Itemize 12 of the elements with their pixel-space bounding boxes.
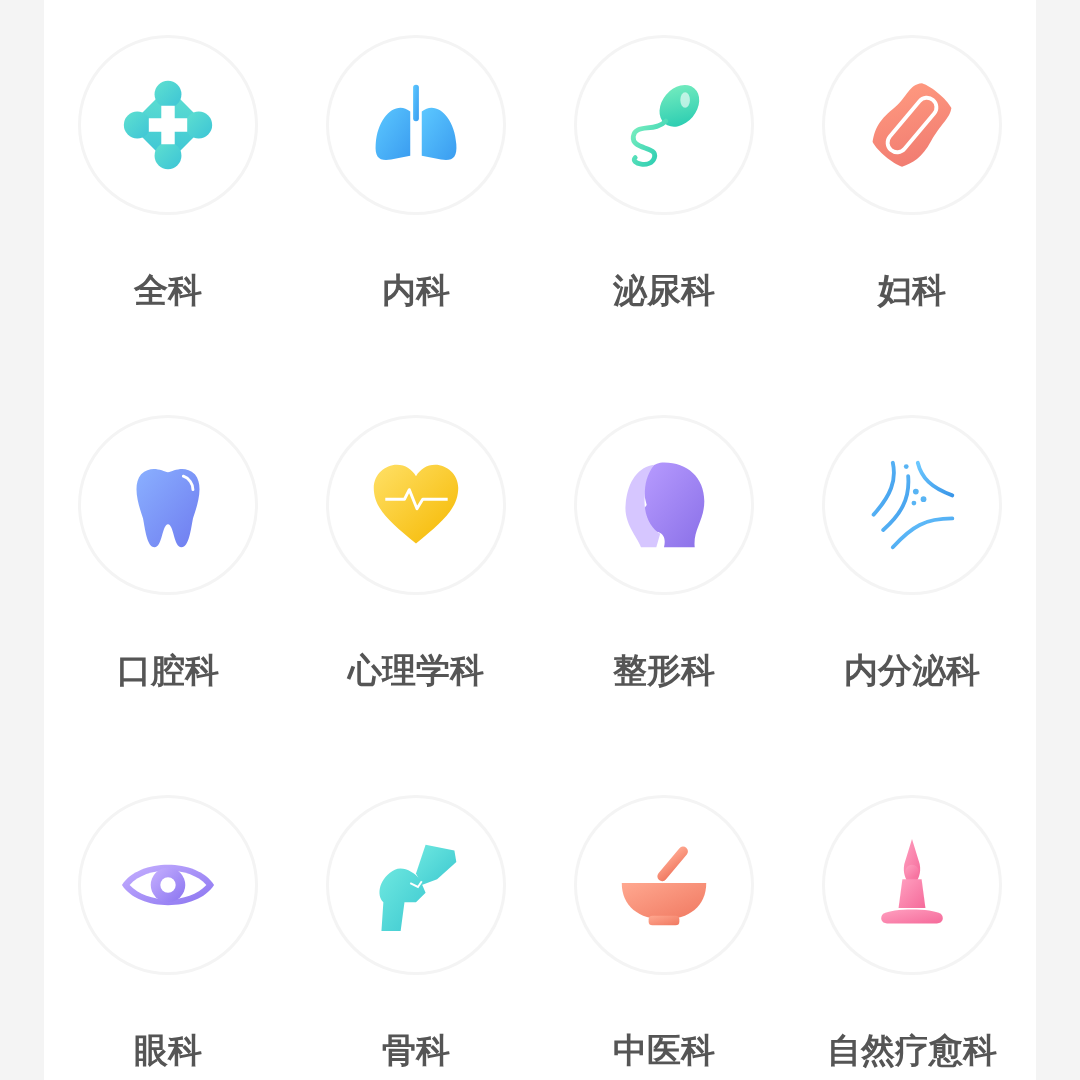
- department-label[interactable]: 全科: [134, 273, 202, 307]
- department-label[interactable]: 内分泌科: [844, 653, 980, 687]
- department-label[interactable]: 整形科: [613, 653, 715, 687]
- department-label[interactable]: 心理学科: [348, 653, 484, 687]
- department-label[interactable]: 自然疗愈科: [827, 1033, 997, 1067]
- department-label[interactable]: 内科: [382, 273, 450, 307]
- department-label[interactable]: 口腔科: [117, 653, 219, 687]
- department-label[interactable]: 泌尿科: [613, 273, 715, 307]
- department-label[interactable]: 中医科: [613, 1033, 715, 1067]
- department-label[interactable]: 眼科: [134, 1033, 202, 1067]
- department-label[interactable]: 骨科: [382, 1033, 450, 1067]
- department-label[interactable]: 妇科: [878, 273, 946, 307]
